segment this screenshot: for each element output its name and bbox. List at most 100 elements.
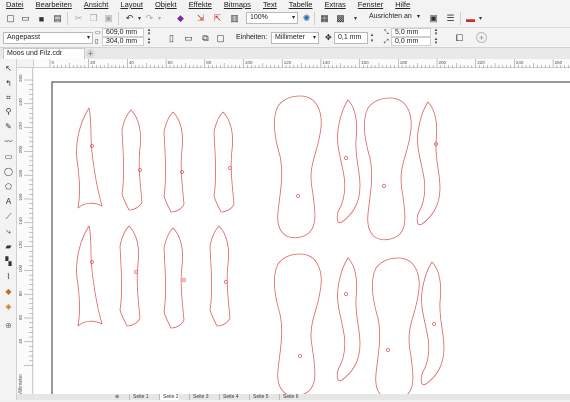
cat-shape[interactable]	[163, 227, 185, 329]
smart-fill-tool-icon[interactable]: ◈	[3, 301, 14, 312]
paste-icon[interactable]: ▣	[102, 12, 115, 25]
zoom-tool-icon[interactable]: ⚲	[3, 106, 14, 117]
interactive-fill-tool-icon[interactable]: ◆	[3, 286, 14, 297]
menu-item[interactable]: Fenster	[358, 0, 383, 9]
menu-item[interactable]: Bitmaps	[224, 0, 251, 9]
cat-shape[interactable]	[76, 107, 103, 209]
page-border-icon[interactable]: ⧠	[453, 32, 466, 45]
crop-tool-icon[interactable]: ⌗	[3, 92, 14, 103]
page-tab[interactable]: Seite 2	[159, 394, 179, 400]
drop-shape[interactable]	[371, 257, 420, 394]
menu-item[interactable]: Hilfe	[395, 0, 410, 9]
cat-shape[interactable]	[119, 225, 141, 327]
ruler-label: 160	[18, 193, 23, 201]
menu-item[interactable]: Objekt	[155, 0, 177, 9]
page-tab[interactable]: Seite 1	[129, 394, 149, 400]
polygon-tool-icon[interactable]: ⬠	[3, 181, 14, 192]
publish-pdf-icon[interactable]: ▥	[228, 12, 241, 25]
units-select[interactable]: Millimeter ▾	[271, 32, 319, 44]
cut-icon[interactable]: ✂	[72, 12, 85, 25]
document-tab[interactable]: Moos und Filz.cdr	[3, 48, 85, 59]
vertical-ruler[interactable]: 260 240 220 200 180 160 140 120 100 80 60 40 Millim…	[17, 68, 33, 400]
menu-item[interactable]: Text	[263, 0, 277, 9]
export-icon[interactable]: ⇱	[211, 12, 224, 25]
ruler-origin[interactable]	[17, 59, 34, 68]
drawing-canvas[interactable]	[34, 68, 570, 394]
text-tool-icon[interactable]: A	[3, 196, 14, 207]
application-launcher-icon[interactable]: ☰	[444, 12, 457, 25]
menu-item[interactable]: Tabelle	[289, 0, 313, 9]
page-tab[interactable]: Seite 3	[189, 394, 209, 400]
ellipse-tool-icon[interactable]: ◯	[3, 166, 14, 177]
copy-icon[interactable]: ❐	[87, 12, 100, 25]
print-icon[interactable]: ▤	[51, 12, 64, 25]
portrait-icon[interactable]: ▯	[165, 32, 178, 45]
cat-shape[interactable]	[213, 111, 235, 213]
cat-shape[interactable]	[76, 225, 103, 327]
menu-item[interactable]: Layout	[120, 0, 143, 9]
nudge-spinner[interactable]: ▴ ▾	[369, 32, 375, 44]
nudge-distance-field[interactable]: 0,1 mm	[334, 32, 368, 44]
flame-shape[interactable]	[336, 257, 361, 382]
pick-tool-icon[interactable]: ↖	[3, 63, 14, 74]
zoom-level-select[interactable]: 100% ▾	[246, 12, 298, 24]
eyedropper-tool-icon[interactable]: ⌇	[3, 271, 14, 282]
horizontal-ruler[interactable]: 0 20 40 60 80 100 120 140 160 180 200 220 240 260	[34, 59, 570, 68]
add-tool-icon[interactable]: ⊕	[3, 320, 14, 331]
current-page-icon[interactable]: ▢	[214, 32, 227, 45]
shape-tool-icon[interactable]: ↰	[3, 78, 14, 89]
show-rulers-icon[interactable]: ▦	[318, 12, 331, 25]
page-tab[interactable]: Seite 6	[279, 394, 299, 400]
toolbar-options-dropdown-icon[interactable]: ▾	[474, 12, 487, 25]
page-height-spinner[interactable]: ▴ ▾	[146, 37, 152, 46]
new-document-icon[interactable]: ▢	[4, 12, 17, 25]
menu-item[interactable]: Bearbeiten	[36, 0, 72, 9]
drop-shape[interactable]	[273, 95, 322, 239]
duplicate-x-field[interactable]: 5,0 mm	[391, 28, 431, 37]
ruler-label: 240	[18, 98, 23, 106]
page-tab[interactable]: Seite 4	[219, 394, 239, 400]
open-folder-icon[interactable]: ▭	[19, 12, 32, 25]
full-screen-preview-icon[interactable]: ✺	[300, 12, 313, 25]
new-tab-icon[interactable]: +	[86, 49, 95, 58]
rectangle-tool-icon[interactable]: ▭	[3, 151, 14, 162]
search-content-icon[interactable]: ◆	[174, 12, 187, 25]
page-width-field[interactable]: 609,0 mm	[102, 28, 144, 37]
drop-shape[interactable]	[273, 253, 322, 394]
snap-to-dropdown[interactable]: Ausrichten an ▾	[366, 12, 422, 24]
menu-item[interactable]: Extras	[324, 0, 345, 9]
all-pages-icon[interactable]: ⧉	[199, 32, 212, 45]
redo-dropdown-icon[interactable]: ▾	[153, 12, 166, 25]
duplicate-y-spinner[interactable]: ▴ ▾	[433, 37, 439, 46]
transparency-tool-icon[interactable]: ▚	[3, 256, 14, 267]
ruler-label: 180	[400, 60, 408, 65]
options-icon[interactable]: ▣	[427, 12, 440, 25]
duplicate-y-field[interactable]: 0,0 mm	[391, 37, 431, 46]
flame-shape[interactable]	[416, 101, 441, 226]
menu-item[interactable]: Effekte	[189, 0, 212, 9]
drop-shape[interactable]	[363, 97, 412, 241]
page-height-field[interactable]: 304,0 mm	[102, 37, 144, 46]
page-tab[interactable]: Seite 5	[249, 394, 269, 400]
drawing-page[interactable]	[34, 68, 570, 394]
import-icon[interactable]: ⇲	[194, 12, 207, 25]
freehand-tool-icon[interactable]: ✎	[3, 121, 14, 132]
page-size-preset-select[interactable]: Angepasst ▾	[3, 32, 93, 44]
cat-shape[interactable]	[121, 109, 143, 211]
grid-dropdown-icon[interactable]: ▾	[349, 12, 362, 25]
artistic-media-tool-icon[interactable]: 〰	[3, 136, 14, 147]
connector-tool-icon[interactable]: ⤷	[3, 226, 14, 237]
shadow-tool-icon[interactable]: ▰	[3, 241, 14, 252]
show-grid-icon[interactable]: ▩	[334, 12, 347, 25]
save-icon[interactable]: ■	[35, 12, 48, 25]
landscape-icon[interactable]: ▭	[182, 32, 195, 45]
menu-item[interactable]: Ansicht	[84, 0, 109, 9]
drop-shape-hole	[386, 348, 390, 352]
menu-item[interactable]: Datei	[6, 0, 24, 9]
cat-shape[interactable]	[209, 225, 231, 327]
add-page-icon[interactable]: ⊕	[115, 394, 119, 400]
add-page-icon[interactable]: +	[476, 32, 487, 43]
flame-shape[interactable]	[336, 99, 361, 224]
parallel-dimension-tool-icon[interactable]: ⟋	[3, 211, 14, 222]
cat-shape[interactable]	[163, 111, 185, 213]
